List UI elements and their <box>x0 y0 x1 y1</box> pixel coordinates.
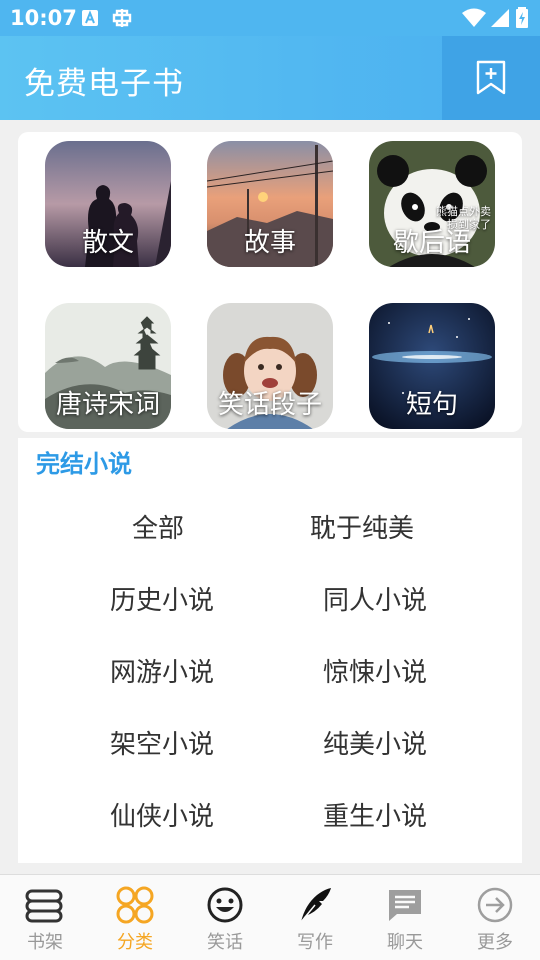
tile-label: 故事 <box>243 228 296 258</box>
novel-category-xianxia[interactable]: 仙侠小说 <box>110 796 214 833</box>
bottom-nav: 书架 分类 笑话 写作 聊天 更多 <box>0 874 540 960</box>
status-time: 10:07 <box>10 6 77 30</box>
tile-label: 笑话段子 <box>217 390 322 420</box>
tile-label: 散文 <box>81 228 134 258</box>
page-title: 免费电子书 <box>24 66 184 102</box>
nav-item-chat[interactable]: 聊天 <box>360 875 450 960</box>
nav-item-bookshelf[interactable]: 书架 <box>0 875 90 960</box>
app-bar: 免费电子书 <box>0 36 540 120</box>
quill-icon <box>300 888 331 923</box>
section-heading: 完结小说 <box>36 450 132 478</box>
nav-item-category[interactable]: 分类 <box>90 875 180 960</box>
tile-stories[interactable]: 故事 <box>207 141 333 267</box>
novel-category-danmei[interactable]: 耽于纯美 <box>310 508 414 545</box>
battery-icon <box>516 7 528 28</box>
completed-novels-section: 完结小说 全部 耽于纯美 历史小说 同人小说 网游小说 惊悚小说 架空小说 纯美… <box>18 438 522 863</box>
nav-label: 聊天 <box>387 932 423 953</box>
novel-category-alternate[interactable]: 架空小说 <box>110 724 214 761</box>
novel-category-rebirth[interactable]: 重生小说 <box>323 796 427 833</box>
tile-poetry[interactable]: 唐诗宋词 <box>45 303 171 429</box>
nav-label: 更多 <box>477 932 513 953</box>
notification-app-icon <box>112 9 132 27</box>
wifi-icon <box>462 8 486 27</box>
notification-a-icon <box>82 10 98 26</box>
nav-label: 笑话 <box>207 932 243 953</box>
tile-label: 歇后语 <box>392 228 471 258</box>
status-bar: 10:07 <box>0 0 540 36</box>
category-icon <box>116 886 154 924</box>
novel-category-fanfic[interactable]: 同人小说 <box>323 580 427 617</box>
novel-category-thriller[interactable]: 惊悚小说 <box>323 652 427 689</box>
novel-category-online-game[interactable]: 网游小说 <box>110 652 214 689</box>
novel-category-history[interactable]: 历史小说 <box>110 580 214 617</box>
tile-caption-line1: 熊猫点外卖 <box>436 205 491 218</box>
bookmark-add-icon <box>476 60 506 95</box>
nav-label: 书架 <box>27 932 63 953</box>
chat-icon <box>389 890 421 921</box>
nav-item-writing[interactable]: 写作 <box>270 875 360 960</box>
category-grid: 散文 故事 熊猫点外卖 损到家了 歇后语 唐诗宋词 笑话段子 短句 <box>18 132 522 432</box>
tile-prose[interactable]: 散文 <box>45 141 171 267</box>
tile-short-sentences[interactable]: 短句 <box>369 303 495 429</box>
signal-icon <box>491 9 509 27</box>
novel-category-all[interactable]: 全部 <box>132 508 184 545</box>
nav-item-jokes[interactable]: 笑话 <box>180 875 270 960</box>
novel-category-pure-romance[interactable]: 纯美小说 <box>323 724 427 761</box>
nav-item-more[interactable]: 更多 <box>450 875 540 960</box>
tile-jokes[interactable]: 笑话段子 <box>207 303 333 429</box>
smiley-icon <box>207 887 243 923</box>
arrow-right-circle-icon <box>477 887 513 923</box>
bookshelf-icon <box>25 889 63 923</box>
bookmark-add-button[interactable] <box>442 36 540 120</box>
tile-label: 唐诗宋词 <box>55 390 160 420</box>
nav-label: 写作 <box>297 932 333 953</box>
tile-label: 短句 <box>405 390 458 420</box>
tile-xiehouyu[interactable]: 熊猫点外卖 损到家了 歇后语 <box>369 141 495 267</box>
nav-label: 分类 <box>117 932 153 953</box>
